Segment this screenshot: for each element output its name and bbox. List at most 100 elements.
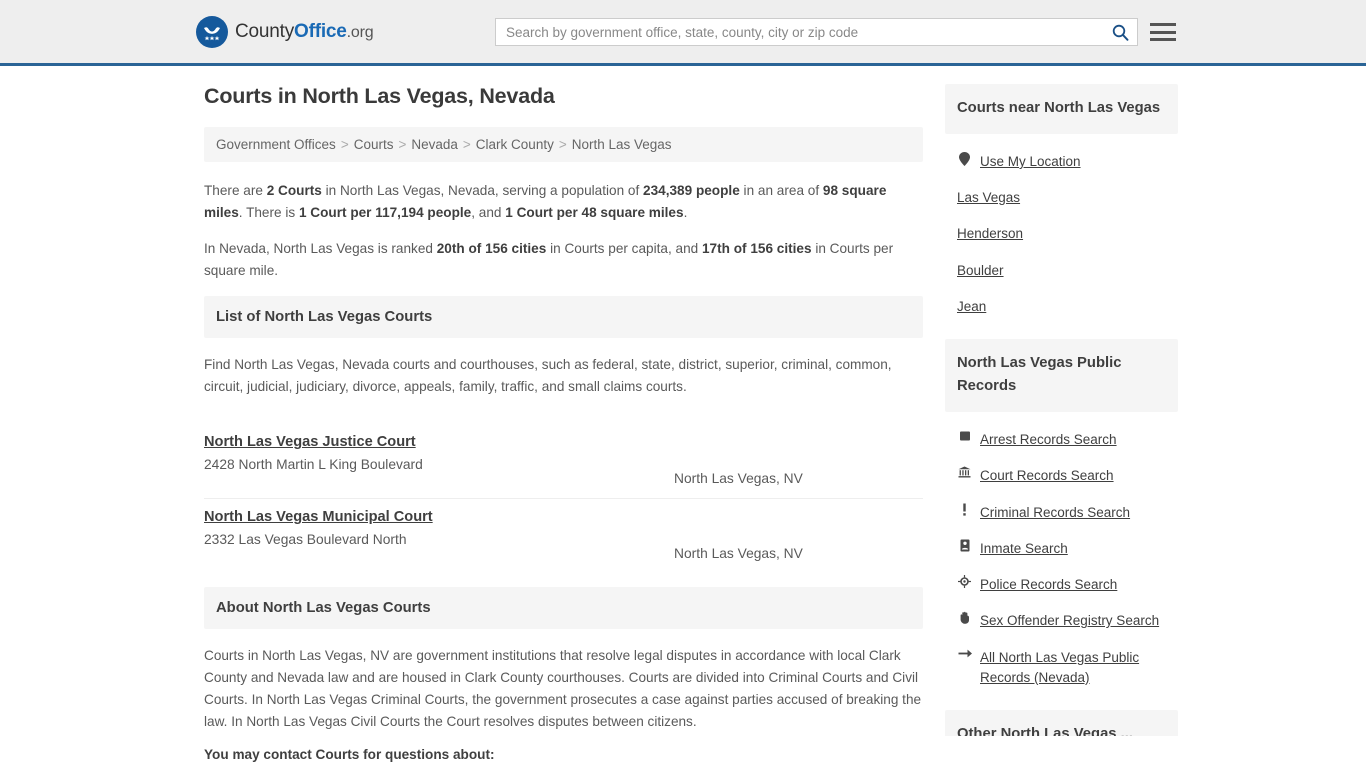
- sidebar-item-criminal-records-search[interactable]: Criminal Records Search: [945, 495, 1178, 531]
- panel-title: North Las Vegas Public Records: [957, 355, 1122, 395]
- sidebar-item-court-records-search[interactable]: Court Records Search: [945, 458, 1178, 494]
- intro-text: , and: [471, 205, 506, 221]
- breadcrumb: Government Offices > Courts > Nevada > Clark C…: [204, 127, 923, 162]
- logo-text-org: .org: [346, 23, 374, 41]
- sidebar-item-las-vegas[interactable]: Las Vegas: [945, 180, 1178, 216]
- intro-text: . There is: [238, 205, 299, 221]
- sidebar-item-label: Jean: [957, 298, 987, 314]
- stat-rank-per-sq-mile: 17th of 156 cities: [701, 241, 812, 257]
- sidebar-item-label: Henderson: [957, 226, 1024, 242]
- court-list: North Las Vegas Justice Court 2428 North…: [204, 416, 923, 573]
- table-row: North Las Vegas Justice Court 2428 North…: [204, 424, 923, 500]
- sidebar-item-sex-offender-registry-search[interactable]: Sex Offender Registry Search: [945, 603, 1178, 639]
- courthouse-icon: [957, 466, 972, 478]
- intro-paragraph-2: In Nevada, North Las Vegas is ranked 20t…: [204, 238, 923, 282]
- stat-per-area: 1 Court per 48 square miles: [505, 205, 684, 221]
- sidebar-item-label: Police Records Search: [980, 577, 1118, 593]
- search-icon: [1112, 24, 1128, 41]
- logo-text-office: Office: [294, 20, 347, 42]
- breadcrumb-item-clark-county[interactable]: Clark County: [476, 137, 554, 152]
- arrow-right-icon: [957, 648, 972, 659]
- sidebar-item-label: Sex Offender Registry Search: [980, 613, 1160, 629]
- breadcrumb-separator: >: [398, 137, 407, 152]
- section-header-list-of-courts: List of North Las Vegas Courts: [204, 296, 923, 339]
- site-header: CountyOffice.org: [0, 0, 1366, 66]
- police-badge-icon: [957, 575, 972, 589]
- panel-title: Other North Las Vegas ...: [957, 726, 1133, 737]
- list-section-description: Find North Las Vegas, Nevada courts and …: [204, 357, 892, 395]
- panel-header: Other North Las Vegas ...: [945, 710, 1178, 737]
- panel-body: Use My Location Las Vegas Henderson Boul…: [945, 134, 1178, 325]
- intro-text: There are: [204, 183, 267, 198]
- id-card-icon: [957, 539, 972, 552]
- search-bar[interactable]: [495, 18, 1138, 46]
- eagle-seal-icon: [196, 15, 228, 48]
- panel-header: Courts near North Las Vegas: [945, 84, 1178, 134]
- sidebar-item-henderson[interactable]: Henderson: [945, 216, 1178, 252]
- sidebar-item-label: All North Las Vegas Public Records (Neva…: [980, 649, 1140, 685]
- site-logo-text: CountyOffice.org: [235, 20, 374, 43]
- breadcrumb-item-government-offices[interactable]: Government Offices: [216, 137, 336, 152]
- sidebar-item-arrest-records-search[interactable]: Arrest Records Search: [945, 422, 1178, 458]
- sidebar-item-label: Court Records Search: [980, 468, 1114, 484]
- breadcrumb-separator: >: [340, 137, 349, 152]
- page-wrapper: Courts in North Las Vegas, Nevada Govern…: [0, 66, 1366, 768]
- court-name-link[interactable]: North Las Vegas Municipal Court: [204, 509, 433, 525]
- stat-court-count: 2 Courts: [266, 183, 322, 198]
- court-street: 2332 Las Vegas Boulevard North: [204, 532, 407, 548]
- section-header-about-courts: About North Las Vegas Courts: [204, 587, 923, 630]
- sidebar-item-police-records-search[interactable]: Police Records Search: [945, 567, 1178, 603]
- stat-per-capita: 1 Court per 117,194 people: [298, 205, 472, 221]
- menu-bar-2: [1150, 30, 1176, 34]
- hand-icon: [957, 611, 972, 625]
- list-section-body: Find North Las Vegas, Nevada courts and …: [204, 338, 923, 398]
- section-title: About North Las Vegas Courts: [216, 600, 431, 617]
- handcuffs-icon: [957, 430, 972, 442]
- court-city: North Las Vegas, NV: [674, 471, 803, 487]
- sidebar: Courts near North Las Vegas Use My Locat…: [945, 84, 1178, 768]
- sidebar-item-label: Use My Location: [980, 153, 1081, 169]
- logo-text-county: County: [235, 20, 295, 42]
- exclamation-icon: [957, 503, 972, 516]
- sidebar-item-label: Las Vegas: [957, 190, 1021, 206]
- panel-public-records: North Las Vegas Public Records Arrest Re…: [945, 339, 1178, 696]
- main-column: Courts in North Las Vegas, Nevada Govern…: [196, 84, 923, 768]
- section-title: List of North Las Vegas Courts: [216, 309, 433, 326]
- page-title: Courts in North Las Vegas, Nevada: [204, 84, 555, 108]
- intro-text: in an area of: [739, 183, 823, 198]
- sidebar-item-use-my-location[interactable]: Use My Location: [945, 144, 1178, 180]
- sidebar-item-boulder[interactable]: Boulder: [945, 253, 1178, 289]
- site-logo[interactable]: CountyOffice.org: [196, 15, 374, 48]
- sidebar-item-inmate-search[interactable]: Inmate Search: [945, 531, 1178, 567]
- panel-courts-nearby: Courts near North Las Vegas Use My Locat…: [945, 84, 1178, 325]
- intro-text: in Courts per capita, and: [546, 241, 702, 257]
- menu-bar-1: [1150, 23, 1176, 26]
- about-paragraph: Courts in North Las Vegas, NV are govern…: [204, 648, 922, 730]
- sidebar-item-label: Inmate Search: [980, 540, 1068, 556]
- stat-population: 234,389 people: [643, 183, 740, 198]
- breadcrumb-item-north-las-vegas: North Las Vegas: [571, 137, 672, 152]
- about-section-body: Courts in North Las Vegas, NV are govern…: [204, 629, 923, 768]
- search-button[interactable]: [1103, 19, 1137, 45]
- panel-header: North Las Vegas Public Records: [945, 339, 1178, 413]
- table-row: North Las Vegas Municipal Court 2332 Las…: [204, 499, 923, 573]
- intro-paragraph-1: There are 2 Courts in North Las Vegas, N…: [204, 180, 923, 224]
- breadcrumb-separator: >: [558, 137, 567, 152]
- breadcrumb-item-courts[interactable]: Courts: [354, 137, 394, 152]
- hamburger-menu-icon[interactable]: [1150, 19, 1176, 45]
- breadcrumb-item-nevada[interactable]: Nevada: [411, 137, 458, 152]
- panel-other-north-las-vegas: Other North Las Vegas ...: [945, 710, 1178, 737]
- map-pin-icon: [957, 151, 972, 166]
- menu-bar-3: [1150, 38, 1176, 41]
- content-container: Courts in North Las Vegas, Nevada Govern…: [196, 66, 1178, 768]
- intro-text: in North Las Vegas, Nevada, serving a po…: [321, 183, 644, 198]
- sidebar-item-label: Arrest Records Search: [980, 432, 1117, 448]
- court-street: 2428 North Martin L King Boulevard: [204, 457, 423, 473]
- court-address-line: 2428 North Martin L King Boulevard North…: [204, 457, 923, 486]
- intro-statistics: There are 2 Courts in North Las Vegas, N…: [204, 174, 923, 282]
- intro-text: .: [683, 205, 688, 221]
- search-input[interactable]: [496, 19, 1103, 45]
- sidebar-item-all-public-records[interactable]: All North Las Vegas Public Records (Neva…: [945, 640, 1178, 697]
- sidebar-item-jean[interactable]: Jean: [945, 289, 1178, 325]
- court-name-link[interactable]: North Las Vegas Justice Court: [204, 434, 416, 450]
